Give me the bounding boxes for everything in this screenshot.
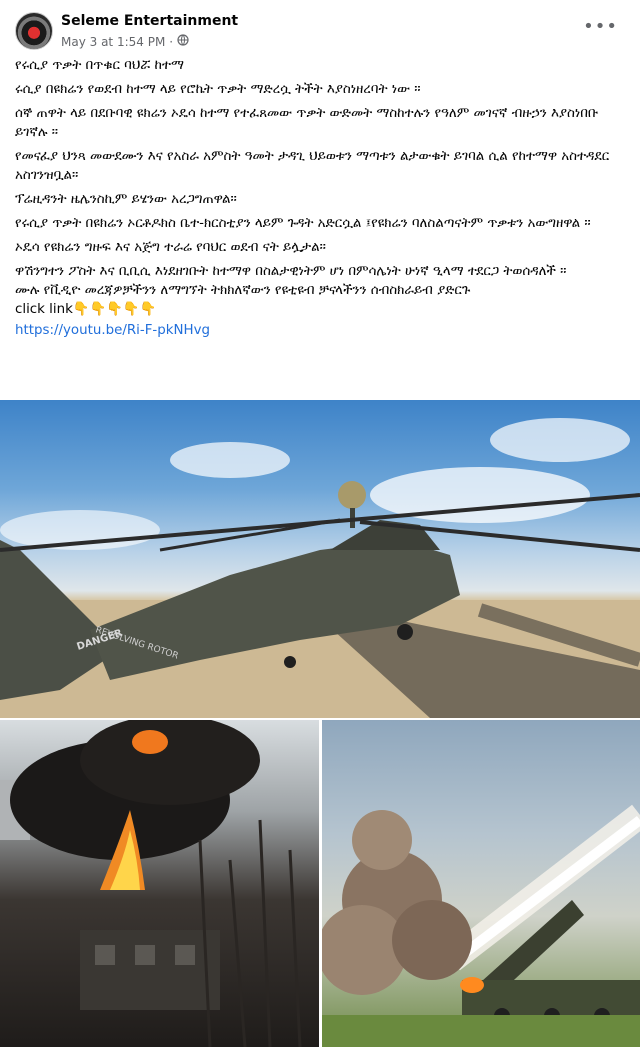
helicopter-photo[interactable]: REVOLVING ROTOR DANGER: [0, 400, 640, 718]
post-paragraph: ኦዴሳ የዩክሬን ግዙፍ እና አጅግ ተራሬ የባህር ወደብ ናት ይሏታ…: [15, 240, 326, 255]
post-header: Seleme Entertainment May 3 at 1:54 PM · …: [0, 0, 640, 56]
page-name[interactable]: Seleme Entertainment: [61, 13, 238, 29]
post-paragraph: የመናፈያ ህንጻ መውደሙን እና የአስራ አምስት ዓመት ታዳጊ ህይወ…: [15, 149, 610, 183]
fire-photo[interactable]: [0, 720, 319, 1047]
post-paragraph: ሰኞ ጠዋት ላይ በደቡባዊ ዩክሬን ኦዴሳ ከተማ የተፈጸመው ጥቃት …: [15, 106, 599, 140]
globe-icon: [177, 34, 189, 49]
page-avatar[interactable]: [15, 12, 53, 50]
meta-separator: ·: [169, 34, 174, 49]
post-meta: May 3 at 1:54 PM ·: [61, 34, 189, 49]
post-paragraph: የሩሲያ ጥቃት በዩክሬን ኦርቶዶክስ ቤተ-ክርስቲያን ላይም ጉዳት …: [15, 216, 591, 231]
post-paragraph: ፕሬዚዳንት ዜሌንስኪም ይሄንው አረጋግጠዋል።: [15, 192, 237, 207]
post-paragraph: ዋሽንግተን ፖስት እና ቢቢሲ እነደዘገቡት ከተማዋ በስልታዊነትም …: [15, 264, 567, 317]
post-paragraph: ሩሲያ በዩክሬን የወደብ ከተማ ላይ የሮኬት ጥቃት ማድረሷ ትችት …: [15, 82, 421, 97]
post-paragraph: የሩሲያ ጥቃት በጥቁር ባህሯ ከተማ: [15, 58, 184, 73]
more-options-icon[interactable]: •••: [583, 16, 618, 37]
post-text: የሩሲያ ጥቃት በጥቁር ባህሯ ከተማ ሩሲያ በዩክሬን የወደብ ከተማ…: [15, 56, 627, 345]
post-timestamp[interactable]: May 3 at 1:54 PM: [61, 35, 165, 49]
youtube-link[interactable]: https://youtu.be/Ri-F-pkNHvg: [15, 323, 210, 338]
rocket-launch-photo[interactable]: [322, 720, 640, 1047]
